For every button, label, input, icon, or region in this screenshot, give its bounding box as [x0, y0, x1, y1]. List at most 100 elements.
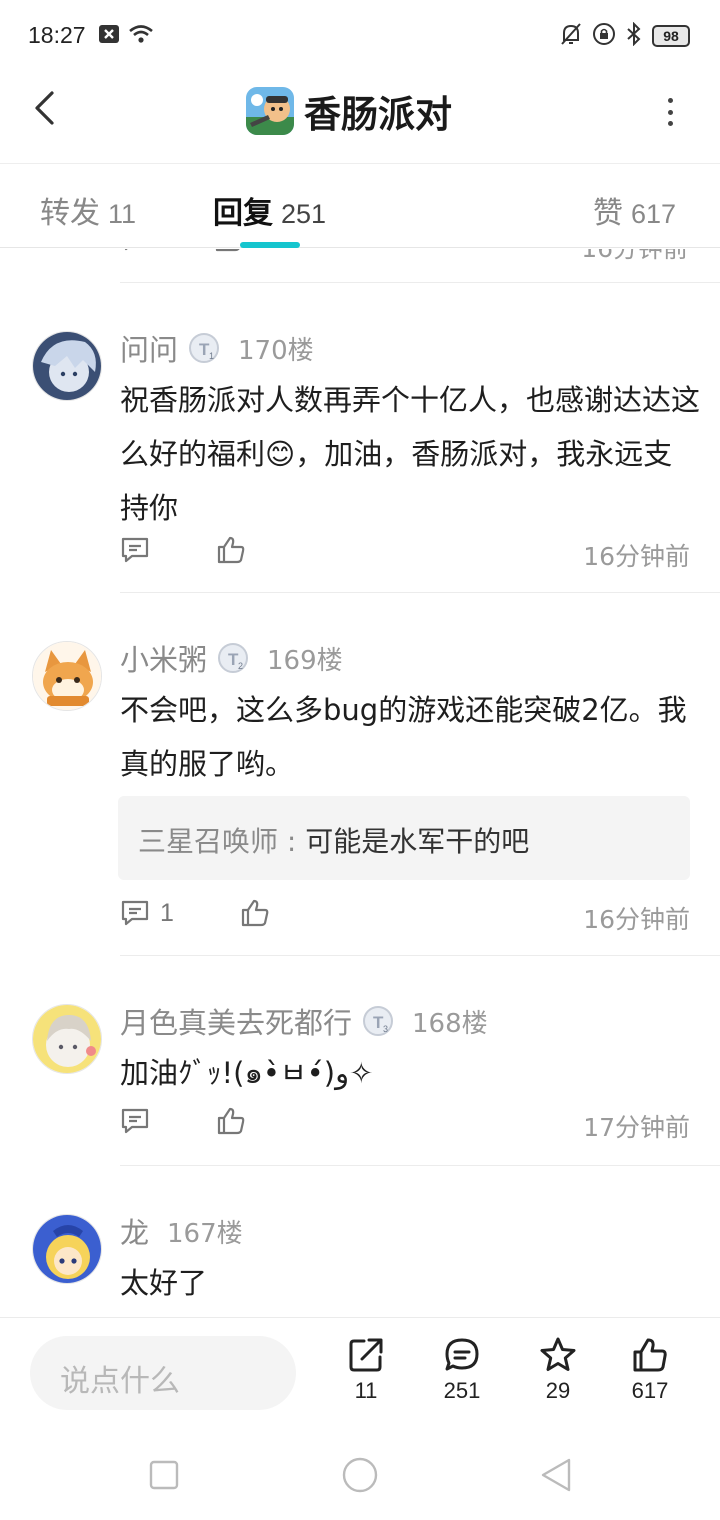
share-icon [349, 1338, 383, 1372]
page-title: 香肠派对 [304, 93, 452, 136]
wifi-icon [128, 24, 154, 48]
share-count: 11 [354, 1378, 378, 1403]
bluetooth-icon [626, 21, 642, 50]
more-button[interactable] [660, 92, 680, 132]
app-icon [246, 87, 294, 135]
reply-button[interactable] [120, 535, 160, 565]
bell-off-icon [560, 22, 582, 50]
comment-item: 龙 167楼 太好了 [0, 1166, 720, 1317]
star-icon [540, 1337, 576, 1371]
comment-icon [121, 537, 149, 563]
comment-text: 加油ｸﾞｯ!(๑•̀ㅂ•́)و✧ [120, 1056, 374, 1090]
comment-icon[interactable] [120, 249, 150, 257]
level-badge-icon: T3 [362, 1005, 394, 1037]
favorite-count: 29 [545, 1378, 571, 1403]
floor-number: 169楼 [267, 645, 343, 676]
tab-likes-label: 赞 [593, 196, 623, 231]
comment-actions: 16分钟前 [120, 535, 690, 575]
reply-text: 可能是水军干的吧 [305, 825, 530, 858]
status-bar: 18:27 98 [0, 0, 720, 72]
username[interactable]: 问问 [120, 327, 178, 369]
tab-likes-count: 617 [631, 199, 677, 229]
thumbs-up-icon [241, 899, 269, 927]
tab-reposts-label: 转发 [40, 196, 100, 231]
thumbs-up-icon[interactable] [214, 249, 244, 257]
floor-number: 167楼 [167, 1218, 243, 1249]
comment-text: 祝香肠派对人数再弄个十亿人，也感谢达达这么好的福利😊，加油，香肠派对，我永远支持… [120, 383, 701, 525]
svg-text:3: 3 [383, 1024, 388, 1034]
thumbs-up-icon [633, 1338, 667, 1372]
thumbs-up-icon [217, 1107, 245, 1135]
partial-comment-actions: 16分钟前 [0, 249, 720, 283]
favorite-button[interactable]: 29 [518, 1336, 598, 1404]
system-nav-bar [0, 1427, 720, 1520]
username[interactable]: 月色真美去死都行 [120, 1000, 352, 1042]
bottom-action-bar: 说点什么 11 251 29 617 [0, 1317, 720, 1427]
battery-indicator: 98 [652, 25, 690, 47]
svg-text:1: 1 [209, 351, 214, 361]
notification-close-icon [98, 24, 120, 48]
floor-number: 168楼 [412, 1008, 488, 1039]
level-badge-icon: T1 [188, 332, 220, 364]
comment-time: 17分钟前 [583, 1113, 690, 1142]
like-button[interactable] [240, 898, 270, 928]
comment-actions: 1 16分钟前 [120, 898, 690, 938]
comment-actions: 17分钟前 [120, 1106, 690, 1146]
back-nav-button[interactable] [534, 1453, 578, 1497]
reply-author[interactable]: 三星召唤师 [138, 825, 278, 858]
reply-button[interactable]: 1 [120, 898, 174, 928]
floor-number: 170楼 [238, 335, 314, 366]
home-button[interactable] [338, 1453, 382, 1497]
more-vertical-icon [667, 98, 673, 103]
comment-text: 不会吧，这么多bug的游戏还能突破2亿。我真的服了哟。 [120, 693, 687, 781]
comment-time: 16分钟前 [583, 905, 690, 934]
triangle-back-icon [541, 1458, 571, 1492]
like-count: 617 [631, 1378, 669, 1403]
chevron-left-icon [35, 91, 54, 125]
svg-text:2: 2 [238, 661, 243, 671]
like-button[interactable]: 617 [610, 1336, 690, 1404]
tab-reposts[interactable]: 转发 11 [40, 188, 136, 232]
avatar[interactable] [32, 331, 102, 401]
comment-item: 月色真美去死都行 T3 168楼 加油ｸﾞｯ!(๑•̀ㅂ•́)و✧ 17分钟前 [0, 956, 720, 1166]
avatar[interactable] [32, 641, 102, 711]
username[interactable]: 小米粥 [120, 637, 207, 679]
tab-likes[interactable]: 赞 617 [593, 188, 676, 232]
recent-apps-button[interactable] [142, 1453, 186, 1497]
tab-replies-label: 回复 [213, 196, 273, 231]
thumbs-up-icon [217, 536, 245, 564]
comment-icon [121, 900, 149, 926]
active-tab-indicator [240, 242, 300, 248]
reply-count: 1 [160, 898, 174, 927]
page-title-group: 香肠派对 [246, 84, 452, 138]
like-button[interactable] [216, 1106, 246, 1136]
comment-item: 问问 T1 170楼 祝香肠派对人数再弄个十亿人，也感谢达达这么好的福利😊，加油… [0, 283, 720, 593]
comment-item: 小米粥 T2 169楼 不会吧，这么多bug的游戏还能突破2亿。我真的服了哟。 … [0, 593, 720, 955]
avatar[interactable] [32, 1004, 102, 1074]
tab-reposts-count: 11 [108, 199, 137, 229]
header: 香肠派对 [0, 72, 720, 164]
comment-count: 251 [443, 1378, 481, 1403]
comment-button[interactable]: 251 [422, 1336, 502, 1404]
comment-time: 16分钟前 [583, 542, 690, 571]
rotation-lock-icon [592, 22, 616, 50]
comment-icon [121, 1108, 149, 1134]
tab-replies-count: 251 [281, 199, 327, 229]
status-time: 18:27 [28, 22, 86, 48]
comment-list[interactable]: 16分钟前 问问 T1 170楼 祝香肠派对人数再弄个十亿人，也感谢达达这么好的… [0, 249, 720, 1317]
tab-bar: 转发 11 回复 251 赞 617 [0, 164, 720, 248]
reply-separator: : [278, 825, 306, 858]
avatar[interactable] [32, 1214, 102, 1284]
reply-button[interactable] [120, 1106, 160, 1136]
back-button[interactable] [24, 88, 64, 128]
comment-input[interactable]: 说点什么 [30, 1336, 296, 1410]
tab-replies[interactable]: 回复 251 [213, 188, 326, 232]
circle-icon [342, 1457, 378, 1493]
level-badge-icon: T2 [217, 642, 249, 674]
comment-text: 太好了 [120, 1266, 208, 1300]
share-button[interactable]: 11 [326, 1336, 406, 1404]
comment-icon [445, 1338, 479, 1371]
reply-preview[interactable]: 三星召唤师 : 可能是水军干的吧 [118, 796, 690, 880]
username[interactable]: 龙 [120, 1210, 149, 1252]
like-button[interactable] [216, 535, 246, 565]
